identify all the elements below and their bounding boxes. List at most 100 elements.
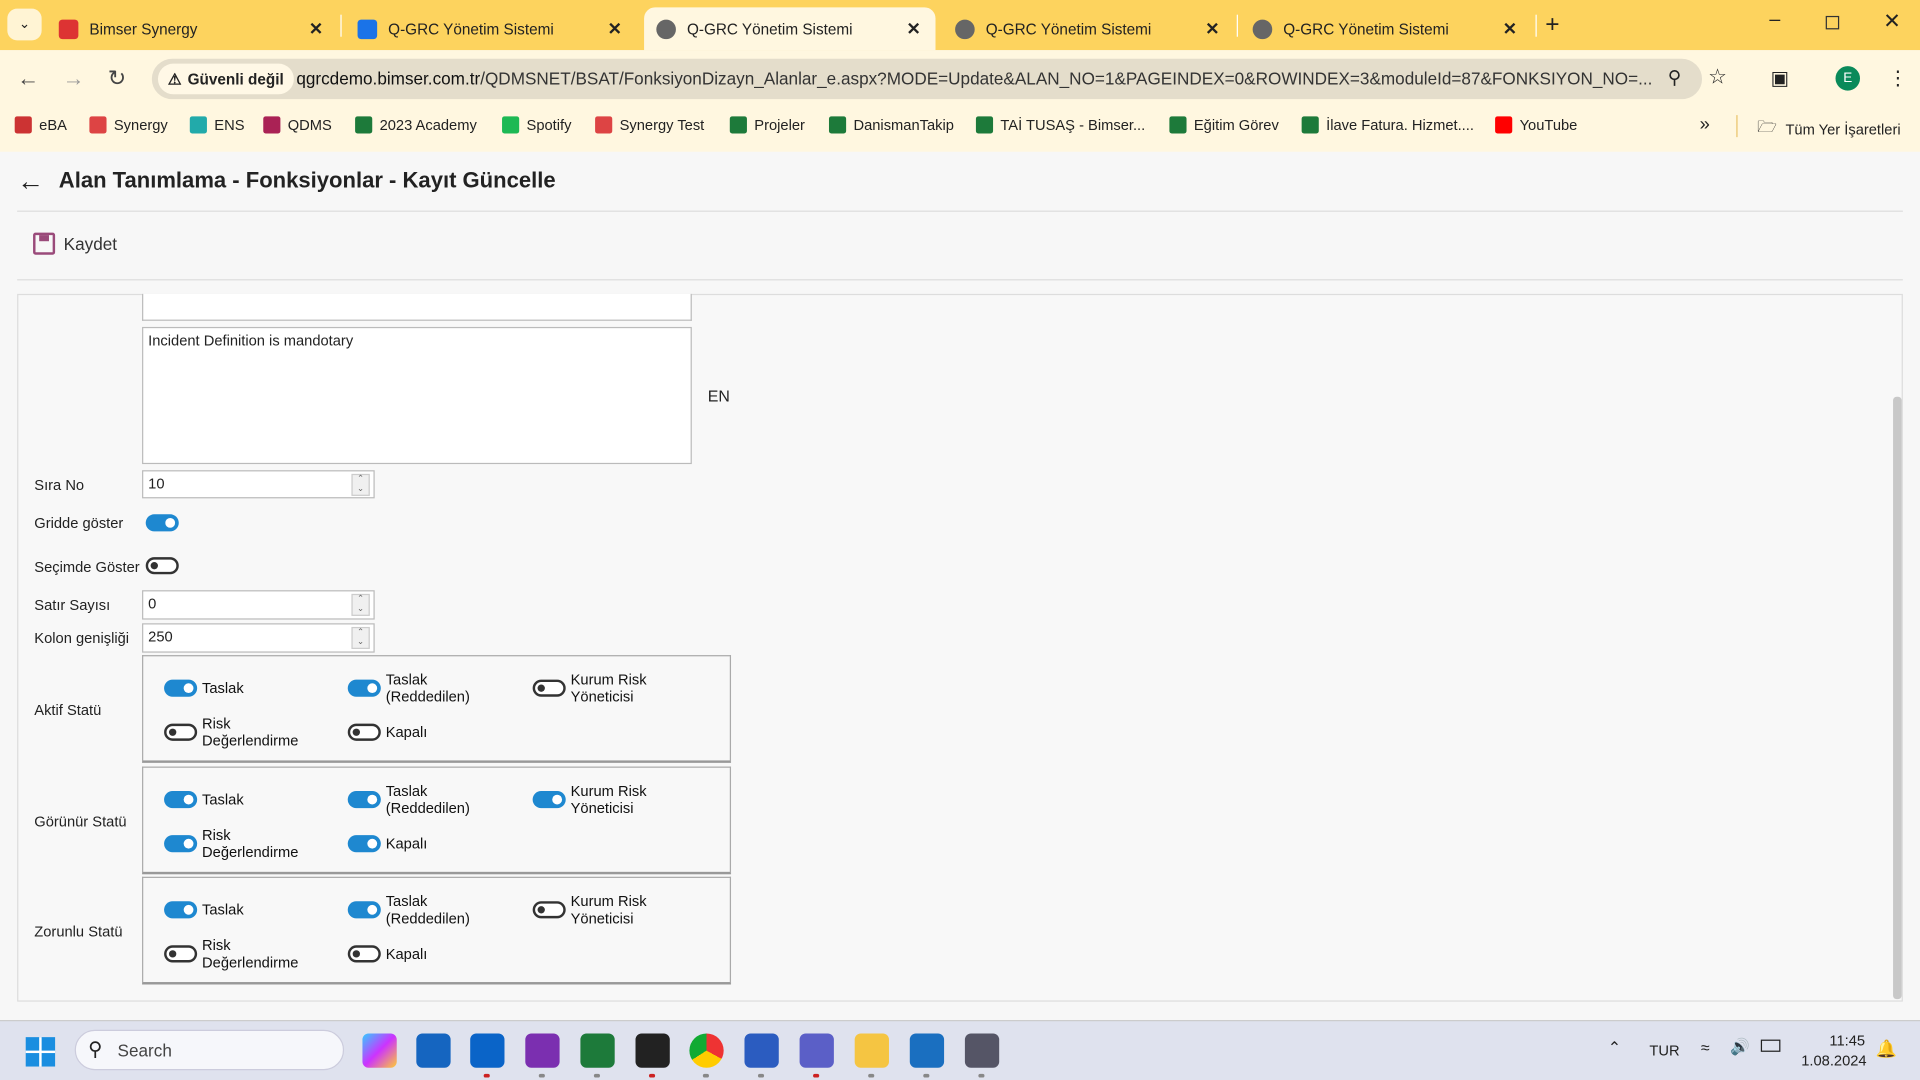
bookmark-item[interactable]: Synergy (89, 116, 168, 134)
status-toggle[interactable] (347, 945, 381, 963)
browser-tab[interactable]: Q-GRC Yönetim Sistemi ✕ (345, 7, 636, 50)
bookmark-item[interactable]: 2023 Academy (355, 116, 477, 134)
more-bookmarks-button[interactable]: » (1700, 114, 1710, 135)
synergy-favicon (58, 18, 79, 39)
browser-tab[interactable]: Q-GRC Yönetim Sistemi ✕ (644, 7, 936, 51)
language-indicator[interactable]: TUR (1649, 1042, 1679, 1059)
clock-time[interactable]: 11:45 (1829, 1032, 1865, 1049)
bookmark-favicon-icon (263, 116, 281, 134)
status-toggle[interactable] (164, 835, 198, 853)
onenote-icon[interactable] (525, 1033, 560, 1068)
bookmark-item[interactable]: ENS (189, 116, 245, 134)
battery-icon[interactable] (1760, 1039, 1781, 1052)
extensions-icon[interactable]: ▣ (1771, 66, 1790, 90)
bookmark-item[interactable]: YouTube (1495, 116, 1577, 134)
windows-start-icon[interactable] (25, 1037, 56, 1067)
stepper[interactable]: ⌃ ⌄ (351, 593, 370, 616)
zoom-icon[interactable]: ⚲ (1668, 66, 1681, 88)
status-toggle[interactable] (164, 945, 198, 963)
bookmark-star-icon[interactable]: ☆ (1708, 65, 1727, 89)
sira-no-input[interactable]: 10 ⌃ ⌄ (142, 470, 375, 499)
status-toggle-label: Kurum Risk Yöneticisi (570, 782, 647, 817)
file-explorer-icon[interactable] (854, 1033, 889, 1068)
new-tab-button[interactable]: + (1545, 11, 1559, 39)
close-tab-icon[interactable]: ✕ (608, 18, 622, 39)
wifi-icon[interactable]: ≈ (1701, 1038, 1710, 1056)
bookmark-item[interactable]: Synergy Test (595, 116, 704, 134)
stepper[interactable]: ⌃ ⌄ (351, 473, 370, 496)
profile-avatar[interactable]: E (1835, 66, 1861, 91)
show-hidden-icons[interactable]: ⌃ (1608, 1038, 1621, 1058)
bookmark-item[interactable]: DanismanTakip (828, 116, 954, 134)
secimde-toggle[interactable] (145, 557, 179, 575)
taskbar-search[interactable]: ⚲ Search (74, 1029, 345, 1071)
satir-input[interactable]: 0 ⌃ ⌄ (142, 590, 375, 620)
volume-icon[interactable]: 🔊 (1730, 1037, 1750, 1057)
save-button[interactable]: Kaydet (33, 232, 117, 255)
security-chip[interactable]: ⚠ Güvenli değil (157, 63, 294, 95)
notification-bell-icon[interactable]: 🔔 (1876, 1038, 1897, 1059)
running-indicator (813, 1073, 820, 1078)
back-icon[interactable]: ← (17, 66, 39, 92)
back-arrow-icon[interactable]: ← (17, 165, 44, 197)
restore-button[interactable] (1825, 15, 1840, 30)
browser-tab[interactable]: Q-GRC Yönetim Sistemi ✕ (943, 7, 1234, 50)
close-tab-icon[interactable]: ✕ (906, 18, 920, 39)
status-toggle[interactable] (164, 723, 198, 741)
bookmark-item[interactable]: İlave Fatura. Hizmet.... (1301, 116, 1474, 134)
status-toggle[interactable] (347, 835, 381, 853)
menu-icon[interactable]: ⋮ (1888, 66, 1908, 90)
status-toggle[interactable] (532, 791, 566, 809)
close-tab-icon[interactable]: ✕ (1503, 18, 1517, 39)
defender-icon[interactable] (909, 1033, 945, 1068)
bookmark-item[interactable]: TAİ TUSAŞ - Bimser... (975, 116, 1145, 134)
forward-icon[interactable]: → (62, 66, 84, 92)
bookmark-item[interactable]: QDMS (263, 116, 332, 134)
url-text[interactable]: qgrcdemo.bimser.com.tr/QDMSNET/BSAT/Fonk… (296, 69, 1652, 89)
bookmark-item[interactable]: Projeler (729, 116, 805, 134)
status-toggle-label: Taslak (202, 679, 244, 697)
text-input-partial[interactable] (142, 293, 692, 321)
sticky-notes-icon[interactable] (635, 1033, 670, 1068)
status-toggle[interactable] (347, 723, 381, 741)
close-window-button[interactable]: ✕ (1883, 10, 1900, 34)
status-toggle[interactable] (532, 679, 566, 697)
status-toggle[interactable] (532, 901, 566, 919)
status-toggle[interactable] (347, 679, 381, 697)
settings-icon[interactable] (964, 1033, 1000, 1068)
chrome-icon[interactable] (689, 1033, 724, 1068)
copilot-icon[interactable] (362, 1033, 397, 1068)
gridde-toggle[interactable] (145, 514, 179, 532)
running-indicator (702, 1073, 709, 1078)
word-icon[interactable] (744, 1033, 779, 1068)
teams-icon[interactable] (799, 1033, 834, 1068)
tab-search-button[interactable]: ⌄ (7, 8, 42, 41)
kolon-input[interactable]: 250 ⌃ ⌄ (142, 623, 375, 653)
status-toggle-label: Taslak (Reddedilen) (385, 671, 470, 706)
minimize-button[interactable]: – (1769, 10, 1780, 32)
status-toggle[interactable] (164, 901, 198, 919)
description-textarea-en[interactable]: Incident Definition is mandotary (142, 326, 692, 465)
excel-icon[interactable] (580, 1033, 615, 1068)
status-toggle[interactable] (347, 791, 381, 809)
bookmark-item[interactable]: Spotify (502, 116, 571, 134)
browser-tab[interactable]: Bimser Synergy ✕ (47, 7, 338, 50)
browser-tab[interactable]: Q-GRC Yönetim Sistemi ✕ (1240, 7, 1531, 50)
reload-icon[interactable]: ↻ (108, 66, 126, 92)
bookmark-item[interactable]: eBA (14, 116, 67, 134)
status-toggle[interactable] (164, 679, 198, 697)
outlook-icon[interactable] (470, 1033, 505, 1068)
status-toggle-label: Taslak (Reddedilen) (385, 782, 470, 817)
all-bookmarks-button[interactable]: 🗁 Tüm Yer İşaretleri (1757, 116, 1900, 143)
widgets-icon[interactable] (416, 1033, 451, 1068)
address-bar[interactable]: ⚠ Güvenli değil qgrcdemo.bimser.com.tr/QD… (151, 58, 1727, 100)
close-tab-icon[interactable]: ✕ (309, 18, 323, 39)
close-tab-icon[interactable]: ✕ (1205, 18, 1219, 39)
stepper[interactable]: ⌃ ⌄ (351, 626, 370, 649)
status-toggle[interactable] (164, 791, 198, 809)
clock-date[interactable]: 1.08.2024 (1801, 1052, 1866, 1069)
status-toggle[interactable] (347, 901, 381, 919)
bookmark-item[interactable]: Eğitim Görev (1169, 116, 1279, 134)
language-label: EN (707, 386, 730, 406)
scrollbar[interactable] (1893, 396, 1902, 1000)
